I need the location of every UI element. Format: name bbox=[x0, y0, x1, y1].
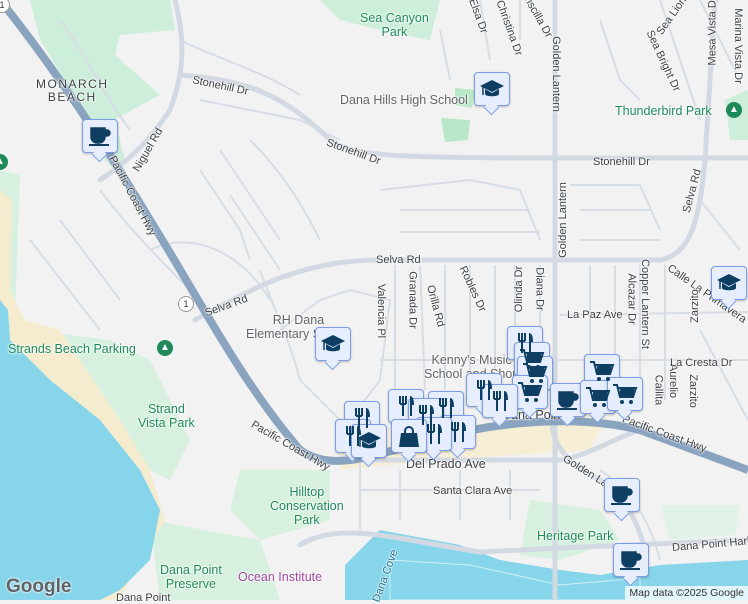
street-label: Golden Lantern bbox=[549, 36, 562, 112]
graduation-cap-icon bbox=[356, 429, 382, 453]
street-label: Mesa Vista Dr bbox=[706, 0, 719, 66]
coffee-icon bbox=[87, 124, 113, 148]
street-label: Santa Clara Ave bbox=[433, 485, 513, 497]
coffee-shop-marker[interactable] bbox=[604, 478, 640, 512]
street-label: Diana Dr bbox=[533, 267, 546, 311]
street-label: Olinda Dr bbox=[513, 265, 526, 313]
street-label: Granada Dr bbox=[406, 271, 419, 329]
street-label: Valencia Pl bbox=[375, 283, 388, 339]
street-label: Golden Lantern bbox=[556, 182, 569, 258]
park-tree-icon[interactable]: ▲ bbox=[157, 340, 173, 356]
cart-icon bbox=[585, 385, 611, 409]
graduation-cap-icon bbox=[320, 332, 346, 356]
cart-icon bbox=[612, 382, 638, 406]
street-label: Aurelio bbox=[667, 363, 680, 399]
graduation-cap-icon bbox=[716, 271, 742, 295]
cart-icon bbox=[589, 359, 615, 383]
park-label-hilltop[interactable]: Hilltop Conservation Park bbox=[270, 485, 344, 527]
area-label-monarch-beach: MONARCH BEACH bbox=[36, 77, 109, 104]
school-marker[interactable] bbox=[711, 266, 747, 300]
route-1-shield: 1 bbox=[178, 296, 194, 312]
street-label: Callita bbox=[652, 374, 665, 406]
school-marker[interactable] bbox=[315, 327, 351, 361]
graduation-cap-icon bbox=[479, 77, 505, 101]
park-label-strand-vista[interactable]: Strand Vista Park bbox=[138, 402, 195, 430]
cart-icon bbox=[517, 380, 543, 404]
street-label: Del Prado Ave bbox=[406, 457, 486, 471]
shopping-bag-icon bbox=[396, 424, 422, 448]
fork-knife-icon bbox=[445, 420, 471, 444]
street-label: Zarzito bbox=[686, 374, 699, 408]
park-label-sea-canyon[interactable]: Sea Canyon Park bbox=[360, 11, 429, 39]
google-logo: Google bbox=[6, 576, 72, 597]
poi-label-dana-hills[interactable]: Dana Hills High School bbox=[340, 93, 468, 107]
park-tree-icon[interactable]: ▲ bbox=[726, 102, 742, 118]
street-label: Zarzito bbox=[688, 289, 701, 323]
grocery-marker[interactable] bbox=[580, 380, 616, 414]
street-label: Marina Vista Dr bbox=[731, 8, 744, 84]
fork-knife-icon bbox=[421, 422, 447, 446]
school-marker[interactable] bbox=[474, 72, 510, 106]
restaurant-marker[interactable] bbox=[482, 384, 518, 418]
coffee-icon bbox=[555, 388, 581, 412]
coffee-icon bbox=[609, 483, 635, 507]
shopping-marker[interactable] bbox=[391, 419, 427, 453]
park-label-heritage[interactable]: Heritage Park bbox=[537, 529, 613, 543]
street-label: La Paz Ave bbox=[567, 309, 623, 321]
grocery-marker[interactable] bbox=[607, 377, 643, 411]
park-label-thunderbird[interactable]: Thunderbird Park bbox=[615, 104, 712, 118]
coffee-shop-marker[interactable] bbox=[613, 543, 649, 577]
map-attribution: Map data ©2025 Google bbox=[625, 586, 748, 600]
street-label: Alcazar Dr bbox=[625, 273, 638, 325]
coffee-icon bbox=[618, 548, 644, 572]
park-label-ocean-institute[interactable]: Ocean Institute bbox=[238, 570, 322, 584]
street-label: La Cresta Dr bbox=[670, 357, 733, 369]
park-label-strands-parking[interactable]: Strands Beach Parking bbox=[8, 342, 136, 356]
school-marker[interactable] bbox=[351, 424, 387, 458]
street-label: Selva Rd bbox=[376, 254, 421, 266]
town-label: Dana Point bbox=[116, 592, 171, 604]
street-label: Copper Lantern St bbox=[638, 259, 651, 349]
fork-knife-icon bbox=[487, 389, 513, 413]
street-label: Stonehill Dr bbox=[593, 156, 650, 168]
park-label-preserve[interactable]: Dana Point Preserve bbox=[160, 563, 222, 591]
coffee-shop-marker[interactable] bbox=[550, 383, 586, 417]
coffee-shop-marker[interactable] bbox=[82, 119, 118, 153]
grocery-marker[interactable] bbox=[512, 375, 548, 409]
